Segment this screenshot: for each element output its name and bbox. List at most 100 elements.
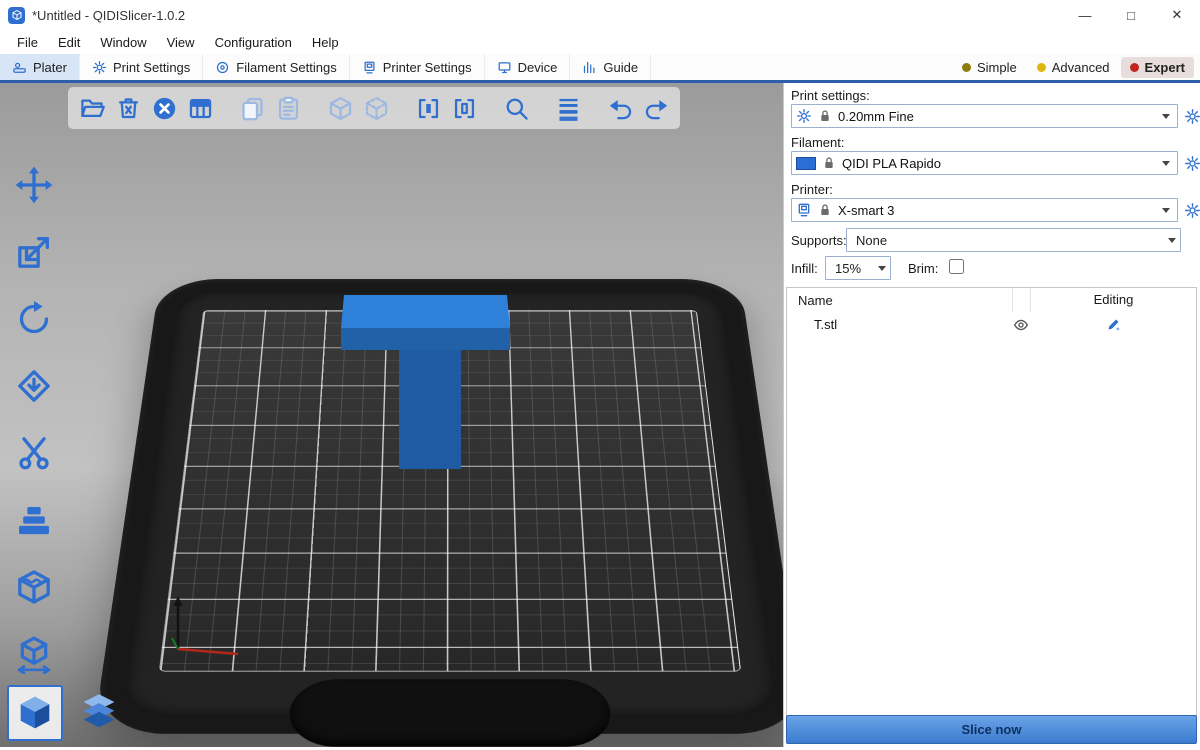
delete-button[interactable] bbox=[110, 90, 146, 126]
remove-instance-icon bbox=[363, 95, 390, 122]
split-to-parts-icon bbox=[451, 95, 478, 122]
search-icon bbox=[503, 95, 530, 122]
menu-bar: File Edit Window View Configuration Help bbox=[0, 30, 1200, 54]
filament-label: Filament: bbox=[791, 135, 844, 150]
arrange-button[interactable] bbox=[182, 90, 218, 126]
remove-instance-button[interactable] bbox=[358, 90, 394, 126]
redo-button[interactable] bbox=[638, 90, 674, 126]
editing-button[interactable] bbox=[1030, 317, 1196, 332]
chevron-down-icon bbox=[1162, 208, 1170, 213]
maximize-button[interactable]: □ bbox=[1108, 0, 1154, 30]
viewport-3d[interactable] bbox=[0, 83, 783, 747]
tab-plater[interactable]: Plater bbox=[0, 54, 80, 80]
cut-icon bbox=[14, 433, 54, 473]
advanced-mode-dot-icon bbox=[1037, 63, 1046, 72]
lock-icon bbox=[821, 155, 837, 171]
split-to-objects-button[interactable] bbox=[410, 90, 446, 126]
editor-view-thumb[interactable] bbox=[7, 685, 63, 741]
filament-gear-button[interactable] bbox=[1182, 153, 1200, 173]
chevron-down-icon bbox=[1168, 238, 1176, 243]
printer-gear-button[interactable] bbox=[1182, 200, 1200, 220]
paste-button[interactable] bbox=[270, 90, 306, 126]
print-settings-label: Print settings: bbox=[791, 88, 870, 103]
mode-label: Simple bbox=[977, 60, 1017, 75]
variable-layer-height-button[interactable] bbox=[550, 90, 586, 126]
tab-print-settings[interactable]: Print Settings bbox=[80, 54, 203, 80]
object-list-header: Name Editing bbox=[787, 288, 1196, 312]
expert-mode-dot-icon bbox=[1130, 63, 1139, 72]
brim-checkbox[interactable] bbox=[949, 259, 964, 274]
lock-icon bbox=[817, 108, 833, 124]
simple-mode-dot-icon bbox=[962, 63, 971, 72]
object-row-t-stl[interactable]: T.stl bbox=[787, 312, 1196, 337]
copy-button[interactable] bbox=[234, 90, 270, 126]
paint-supports-tool-button[interactable] bbox=[10, 496, 58, 544]
mode-expert[interactable]: Expert bbox=[1121, 57, 1194, 78]
preview-view-thumb[interactable] bbox=[71, 685, 127, 741]
object-name: T.stl bbox=[787, 317, 1012, 332]
tab-printer-settings[interactable]: Printer Settings bbox=[350, 54, 485, 80]
filament-combo[interactable]: QIDI PLA Rapido bbox=[791, 151, 1178, 175]
bed-front-notch bbox=[287, 679, 612, 747]
tab-guide[interactable]: Guide bbox=[570, 54, 651, 80]
view-mode-switcher bbox=[7, 685, 127, 741]
split-to-parts-button[interactable] bbox=[446, 90, 482, 126]
tab-label: Guide bbox=[603, 60, 638, 75]
mode-label: Expert bbox=[1145, 60, 1185, 75]
title-bar: *Untitled - QIDISlicer-1.0.2 — □ ✕ bbox=[0, 0, 1200, 30]
copy-icon bbox=[239, 95, 266, 122]
minimize-button[interactable]: — bbox=[1062, 0, 1108, 30]
column-visibility bbox=[1012, 288, 1030, 312]
eye-icon bbox=[1013, 317, 1029, 333]
undo-button[interactable] bbox=[602, 90, 638, 126]
menu-edit[interactable]: Edit bbox=[49, 32, 89, 53]
tab-filament-settings[interactable]: Filament Settings bbox=[203, 54, 349, 80]
seam-paint-tool-button[interactable] bbox=[10, 563, 58, 611]
tab-device[interactable]: Device bbox=[485, 54, 571, 80]
open-folder-button[interactable] bbox=[74, 90, 110, 126]
menu-help[interactable]: Help bbox=[303, 32, 348, 53]
print-settings-gear-button[interactable] bbox=[1182, 106, 1200, 126]
place-on-face-tool-button[interactable] bbox=[10, 362, 58, 410]
delete-all-button[interactable] bbox=[146, 90, 182, 126]
gear-icon bbox=[1184, 202, 1200, 219]
mode-switcher: Simple Advanced Expert bbox=[953, 54, 1200, 80]
arrange-icon bbox=[187, 95, 214, 122]
measure-tool-button[interactable] bbox=[10, 630, 58, 678]
filament-value: QIDI PLA Rapido bbox=[842, 156, 1157, 171]
delete-all-icon bbox=[151, 95, 178, 122]
printer-combo[interactable]: X-smart 3 bbox=[791, 198, 1178, 222]
supports-combo[interactable]: None bbox=[846, 228, 1181, 252]
mode-advanced[interactable]: Advanced bbox=[1028, 57, 1119, 78]
infill-combo[interactable]: 15% bbox=[825, 256, 891, 280]
open-folder-icon bbox=[79, 95, 106, 122]
gear-icon bbox=[796, 108, 812, 124]
menu-configuration[interactable]: Configuration bbox=[206, 32, 301, 53]
search-button[interactable] bbox=[498, 90, 534, 126]
tab-label: Filament Settings bbox=[236, 60, 336, 75]
cut-tool-button[interactable] bbox=[10, 429, 58, 477]
slice-now-button[interactable]: Slice now bbox=[786, 715, 1197, 744]
tab-label: Printer Settings bbox=[383, 60, 472, 75]
menu-view[interactable]: View bbox=[158, 32, 204, 53]
close-button[interactable]: ✕ bbox=[1154, 0, 1200, 30]
rotate-icon bbox=[14, 299, 54, 339]
guide-icon bbox=[582, 60, 597, 75]
add-instance-button[interactable] bbox=[322, 90, 358, 126]
object-list: Name Editing T.stl bbox=[786, 287, 1197, 716]
supports-value: None bbox=[856, 233, 1168, 248]
print-settings-combo[interactable]: 0.20mm Fine bbox=[791, 104, 1178, 128]
scale-tool-button[interactable] bbox=[10, 228, 58, 276]
supports-label: Supports: bbox=[791, 233, 847, 248]
move-tool-button[interactable] bbox=[10, 161, 58, 209]
slice-now-label: Slice now bbox=[962, 722, 1022, 737]
column-editing: Editing bbox=[1030, 288, 1196, 312]
place-on-face-icon bbox=[14, 366, 54, 406]
filament-settings-icon bbox=[215, 60, 230, 75]
visibility-toggle[interactable] bbox=[1012, 317, 1030, 333]
mode-simple[interactable]: Simple bbox=[953, 57, 1026, 78]
menu-window[interactable]: Window bbox=[91, 32, 155, 53]
menu-file[interactable]: File bbox=[8, 32, 47, 53]
tab-label: Print Settings bbox=[113, 60, 190, 75]
rotate-tool-button[interactable] bbox=[10, 295, 58, 343]
